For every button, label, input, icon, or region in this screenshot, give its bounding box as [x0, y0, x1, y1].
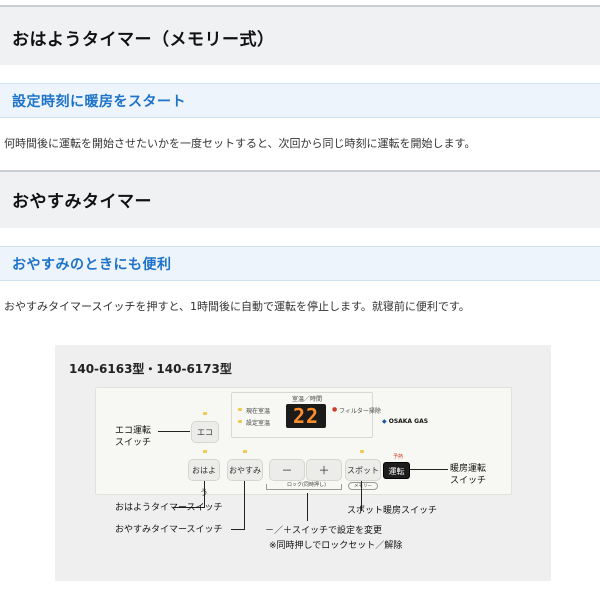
unten-leader-line [410, 469, 448, 470]
eco-switch-annotation: エコ運転 スイッチ [115, 425, 151, 449]
oyasumi-indicator [243, 450, 247, 453]
oyasumi-leader-line-v [244, 481, 245, 529]
plusminus-annotation: －／＋スイッチで設定を変更 [265, 526, 383, 536]
plus-button[interactable]: ＋ [306, 459, 342, 481]
filter-icon: ● [332, 406, 338, 413]
spot-heating-button[interactable]: スポット [345, 459, 381, 481]
subheading-start-heating: 設定時刻に暖房をスタート [12, 94, 186, 110]
flame-icon: ◆ [382, 418, 387, 425]
heading-ohayo-timer: おはようタイマー（メモリー式） [12, 30, 275, 50]
model-number: 140-6163型・140-6173型 [69, 362, 232, 376]
osaka-gas-logo: ◆ OSAKA GAS [382, 418, 429, 425]
control-panel-figure: 140-6163型・140-6173型 室温／時間 現在室温 設定室温 22 ●… [55, 345, 551, 581]
unten-switch-annotation: 暖房運転 スイッチ [450, 463, 486, 487]
temperature-display: 22 [286, 404, 326, 428]
section-heading-ohayo: おはようタイマー（メモリー式） [0, 5, 600, 65]
subheading-bedtime: おやすみのときにも便利 [12, 257, 172, 273]
oyasumi-switch-annotation: おやすみタイマースイッチ [115, 525, 223, 535]
preheat-label: 予熱 [393, 454, 404, 460]
current-temp-label: 現在室温 [246, 408, 271, 415]
oyasumi-timer-button[interactable]: おやすみ [227, 459, 263, 481]
lock-caption: ロック(同時押し) [286, 481, 327, 488]
paragraph-oyasumi: おやすみタイマースイッチを押すと、1時間後に自動で運転を停止します。就寝前に便利… [4, 300, 470, 313]
heating-run-button[interactable]: 運転 [383, 462, 410, 479]
ohayo-timer-button[interactable]: おはよう [188, 459, 220, 497]
minus-button[interactable]: － [269, 459, 305, 481]
plusminus-leader-line [307, 493, 308, 521]
ohayo-indicator [203, 450, 207, 453]
section-heading-oyasumi: おやすみタイマー [0, 170, 600, 228]
lock-note-annotation: ※同時押しでロックセット／解除 [269, 541, 403, 551]
memory-caption: メモリー [348, 482, 378, 490]
spot-switch-annotation: スポット暖房スイッチ [347, 506, 438, 516]
eco-indicator [203, 412, 207, 415]
subsection-heading-ohayo: 設定時刻に暖房をスタート [0, 83, 600, 118]
heading-oyasumi-timer: おやすみタイマー [12, 192, 152, 212]
ohayo-switch-annotation: おはようタイマースイッチ [115, 503, 223, 513]
filter-label: フィルター掃除 [339, 408, 381, 415]
eco-leader-line [158, 431, 190, 432]
eco-switch-label-1: エコ運転 [115, 426, 152, 436]
set-temp-label: 設定室温 [246, 420, 271, 427]
set-temp-indicator [238, 420, 242, 423]
subsection-heading-oyasumi: おやすみのときにも便利 [0, 246, 600, 281]
oyasumi-leader-line-h [231, 529, 245, 530]
display-caption: 室温／時間 [292, 396, 323, 403]
unten-switch-label-1: 暖房運転 [450, 464, 487, 474]
unten-switch-label-2: スイッチ [450, 476, 487, 486]
spot-indicator [360, 450, 364, 453]
eco-button[interactable]: エコ [191, 421, 219, 443]
eco-switch-label-2: スイッチ [115, 438, 152, 448]
paragraph-ohayo: 何時間後に運転を開始させたいかを一度セットすると、次回から同じ時刻に運転を開始し… [4, 137, 476, 150]
current-temp-indicator [238, 408, 242, 411]
